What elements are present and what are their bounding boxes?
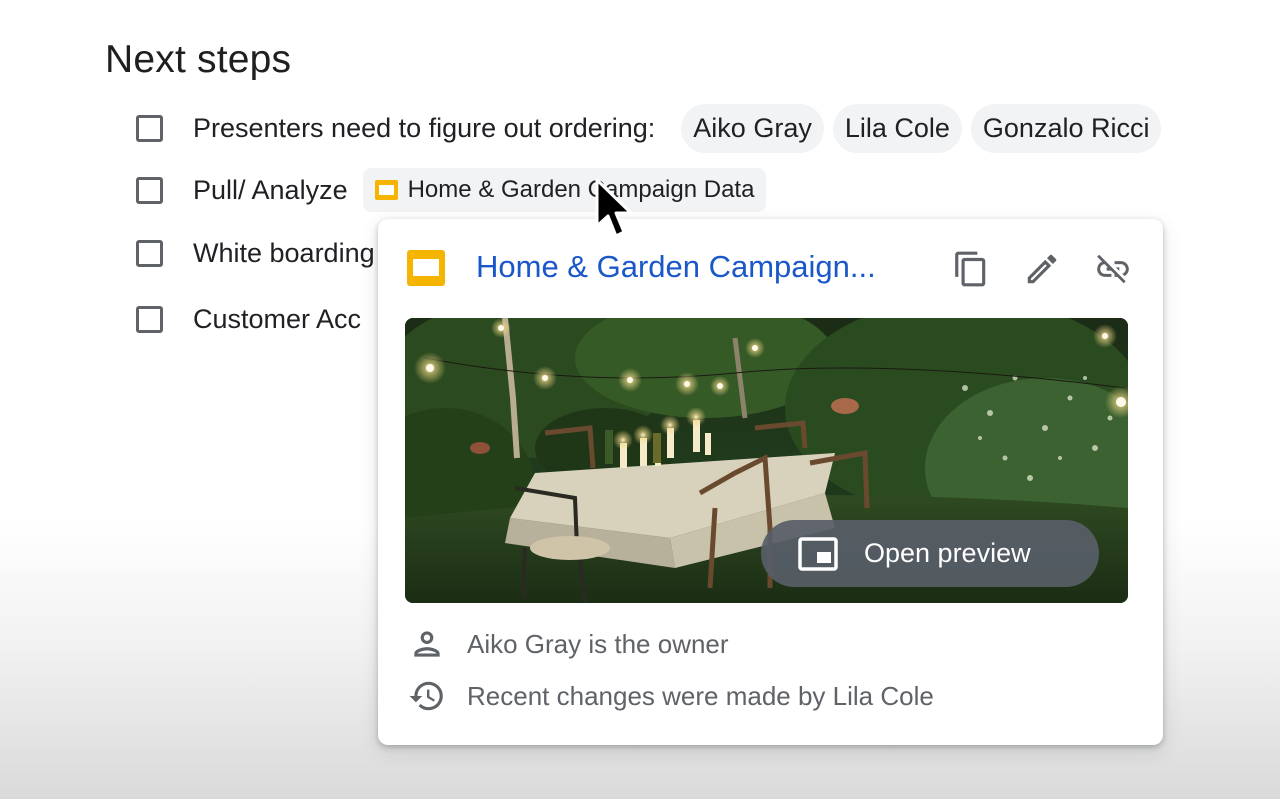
person-chip-gonzalo-ricci[interactable]: Gonzalo Ricci [970, 103, 1162, 153]
copy-icon [955, 251, 986, 287]
file-chip[interactable]: Home & Garden Campaign Data [362, 168, 767, 212]
owner-row: Aiko Gray is the owner [408, 624, 729, 664]
recent-changes-text: Recent changes were made by Lila Cole [467, 680, 934, 711]
card-header: Home & Garden Campaign... [378, 219, 1163, 319]
recent-changes-row: Recent changes were made by Lila Cole [408, 676, 934, 716]
person-chip-aiko-gray[interactable]: Aiko Gray [681, 103, 824, 153]
open-preview-button[interactable]: Open preview [761, 520, 1099, 587]
picture-in-picture-icon [798, 536, 838, 571]
unlink-button[interactable] [1091, 247, 1135, 291]
task-checkbox[interactable] [136, 114, 163, 142]
task-text: Pull/ Analyze [193, 174, 348, 205]
file-chip-label: Home & Garden Campaign Data [407, 176, 755, 203]
pencil-icon [1027, 254, 1057, 284]
slides-icon [374, 180, 398, 200]
unlink-icon [1097, 254, 1129, 284]
file-preview-card: Home & Garden Campaign... Open preview A… [378, 219, 1163, 745]
mouse-cursor-icon [595, 178, 633, 238]
task-row: Presenters need to figure out ordering: … [136, 103, 1170, 153]
copy-link-button[interactable] [949, 247, 993, 291]
task-row: Customer Acc [136, 299, 387, 339]
task-checkbox[interactable] [136, 239, 163, 267]
task-row: White boarding [136, 233, 401, 273]
task-checkbox[interactable] [136, 305, 163, 333]
task-checkbox[interactable] [136, 176, 163, 204]
card-title-link[interactable]: Home & Garden Campaign... [476, 249, 928, 285]
slides-icon [407, 250, 445, 286]
task-row: Pull/ Analyze Home & Garden Campaign Dat… [136, 168, 767, 212]
edit-button[interactable] [1020, 247, 1064, 291]
owner-text: Aiko Gray is the owner [467, 628, 729, 659]
open-preview-label: Open preview [864, 538, 1031, 568]
task-text: White boarding [193, 237, 375, 268]
person-icon [414, 631, 440, 657]
history-icon [409, 681, 443, 711]
task-text: Customer Acc [193, 303, 362, 334]
section-heading: Next steps [105, 38, 292, 81]
person-chip-lila-cole[interactable]: Lila Cole [832, 103, 962, 153]
task-text: Presenters need to figure out ordering: [193, 112, 656, 143]
thumbnail-image[interactable]: Open preview [405, 318, 1128, 603]
